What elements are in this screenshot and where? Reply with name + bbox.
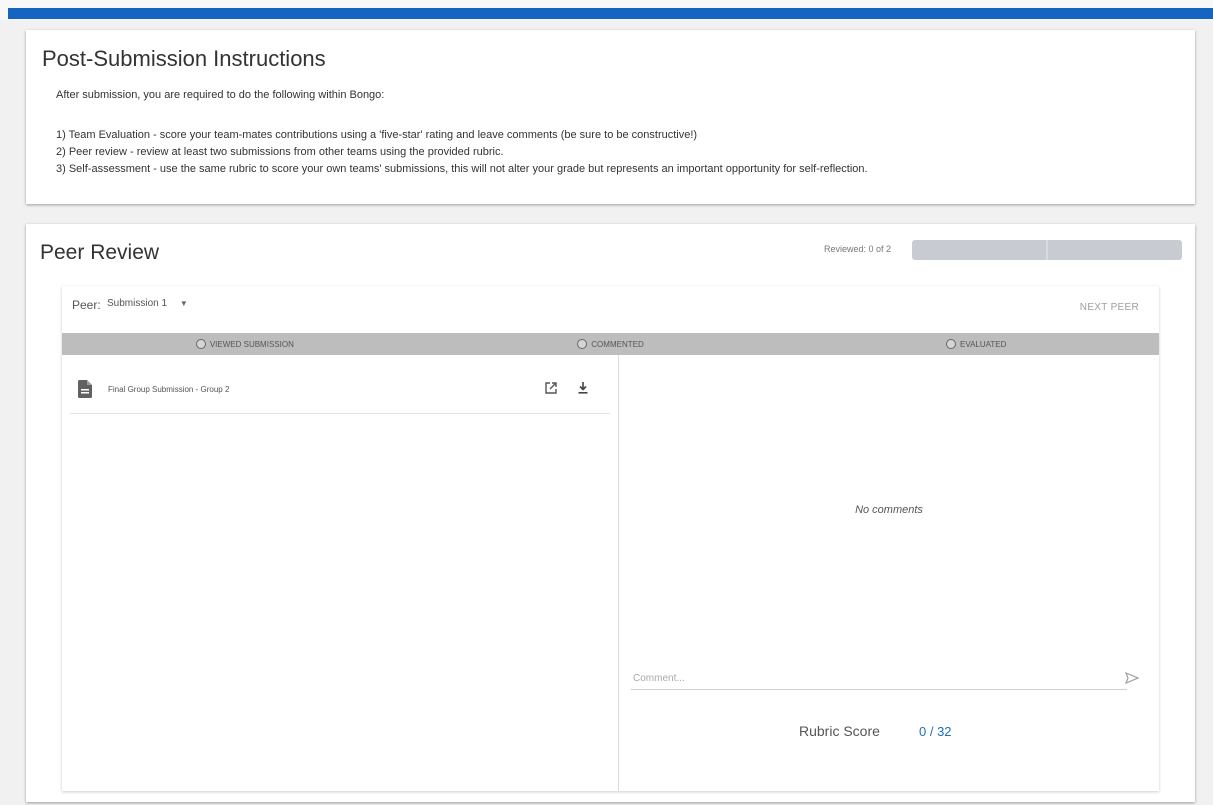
send-icon[interactable] (1124, 671, 1140, 685)
top-accent-bar (8, 8, 1213, 19)
rubric-score-value[interactable]: 0 / 32 (919, 724, 952, 739)
peer-select-value: Submission 1 (107, 298, 168, 309)
instruction-step: 3) Self-assessment - use the same rubric… (56, 163, 868, 175)
download-icon[interactable] (576, 381, 590, 395)
peer-label: Peer: (72, 298, 101, 312)
file-name: Final Group Submission - Group 2 (108, 384, 230, 394)
submission-files-pane: Final Group Submission - Group 2 (62, 355, 618, 791)
no-comments-text: No comments (855, 504, 923, 516)
step-label: COMMENTED (591, 339, 644, 349)
open-external-icon[interactable] (544, 381, 558, 395)
review-progress-bar (912, 240, 1182, 260)
peer-review-title: Peer Review (40, 241, 160, 264)
progress-segment-divider (1046, 240, 1048, 260)
peer-review-card: Peer Review Reviewed: 0 of 2 Peer: Submi… (26, 224, 1195, 802)
radio-unchecked-icon (577, 339, 588, 349)
review-steps-bar: VIEWED SUBMISSION COMMENTED EVALUATED (62, 333, 1159, 355)
instructions-title: Post-Submission Instructions (42, 46, 326, 71)
radio-unchecked-icon (195, 339, 206, 349)
radio-unchecked-icon (945, 339, 956, 349)
instructions-card: Post-Submission Instructions After submi… (26, 30, 1195, 204)
comment-input[interactable] (631, 667, 1127, 690)
comments-pane: No comments Rubric Score 0 / 32 (619, 355, 1159, 791)
dropdown-caret-icon: ▼ (179, 299, 188, 308)
rubric-score-label: Rubric Score (799, 723, 880, 739)
top-app-bar (0, 0, 1213, 20)
step-label: VIEWED SUBMISSION (209, 339, 294, 349)
step-viewed-submission: VIEWED SUBMISSION (62, 333, 428, 355)
file-actions (544, 381, 590, 395)
step-evaluated: EVALUATED (793, 333, 1159, 355)
peer-select-dropdown[interactable]: Submission 1 ▼ (107, 298, 188, 309)
instructions-intro: After submission, you are required to do… (56, 89, 385, 101)
instruction-step: 1) Team Evaluation - score your team-mat… (56, 129, 698, 141)
reviewed-count-label: Reviewed: 0 of 2 (824, 244, 892, 254)
peer-review-panel: Peer: Submission 1 ▼ NEXT PEER VIEWED SU… (62, 286, 1159, 791)
step-commented: COMMENTED (428, 333, 794, 355)
instructions-steps: 1) Team Evaluation - score your team-mat… (56, 127, 868, 178)
file-row[interactable]: Final Group Submission - Group 2 (70, 365, 610, 414)
instruction-step: 2) Peer review - review at least two sub… (56, 146, 504, 158)
step-label: EVALUATED (959, 339, 1007, 349)
next-peer-button[interactable]: NEXT PEER (1080, 302, 1139, 313)
document-icon (78, 380, 92, 398)
